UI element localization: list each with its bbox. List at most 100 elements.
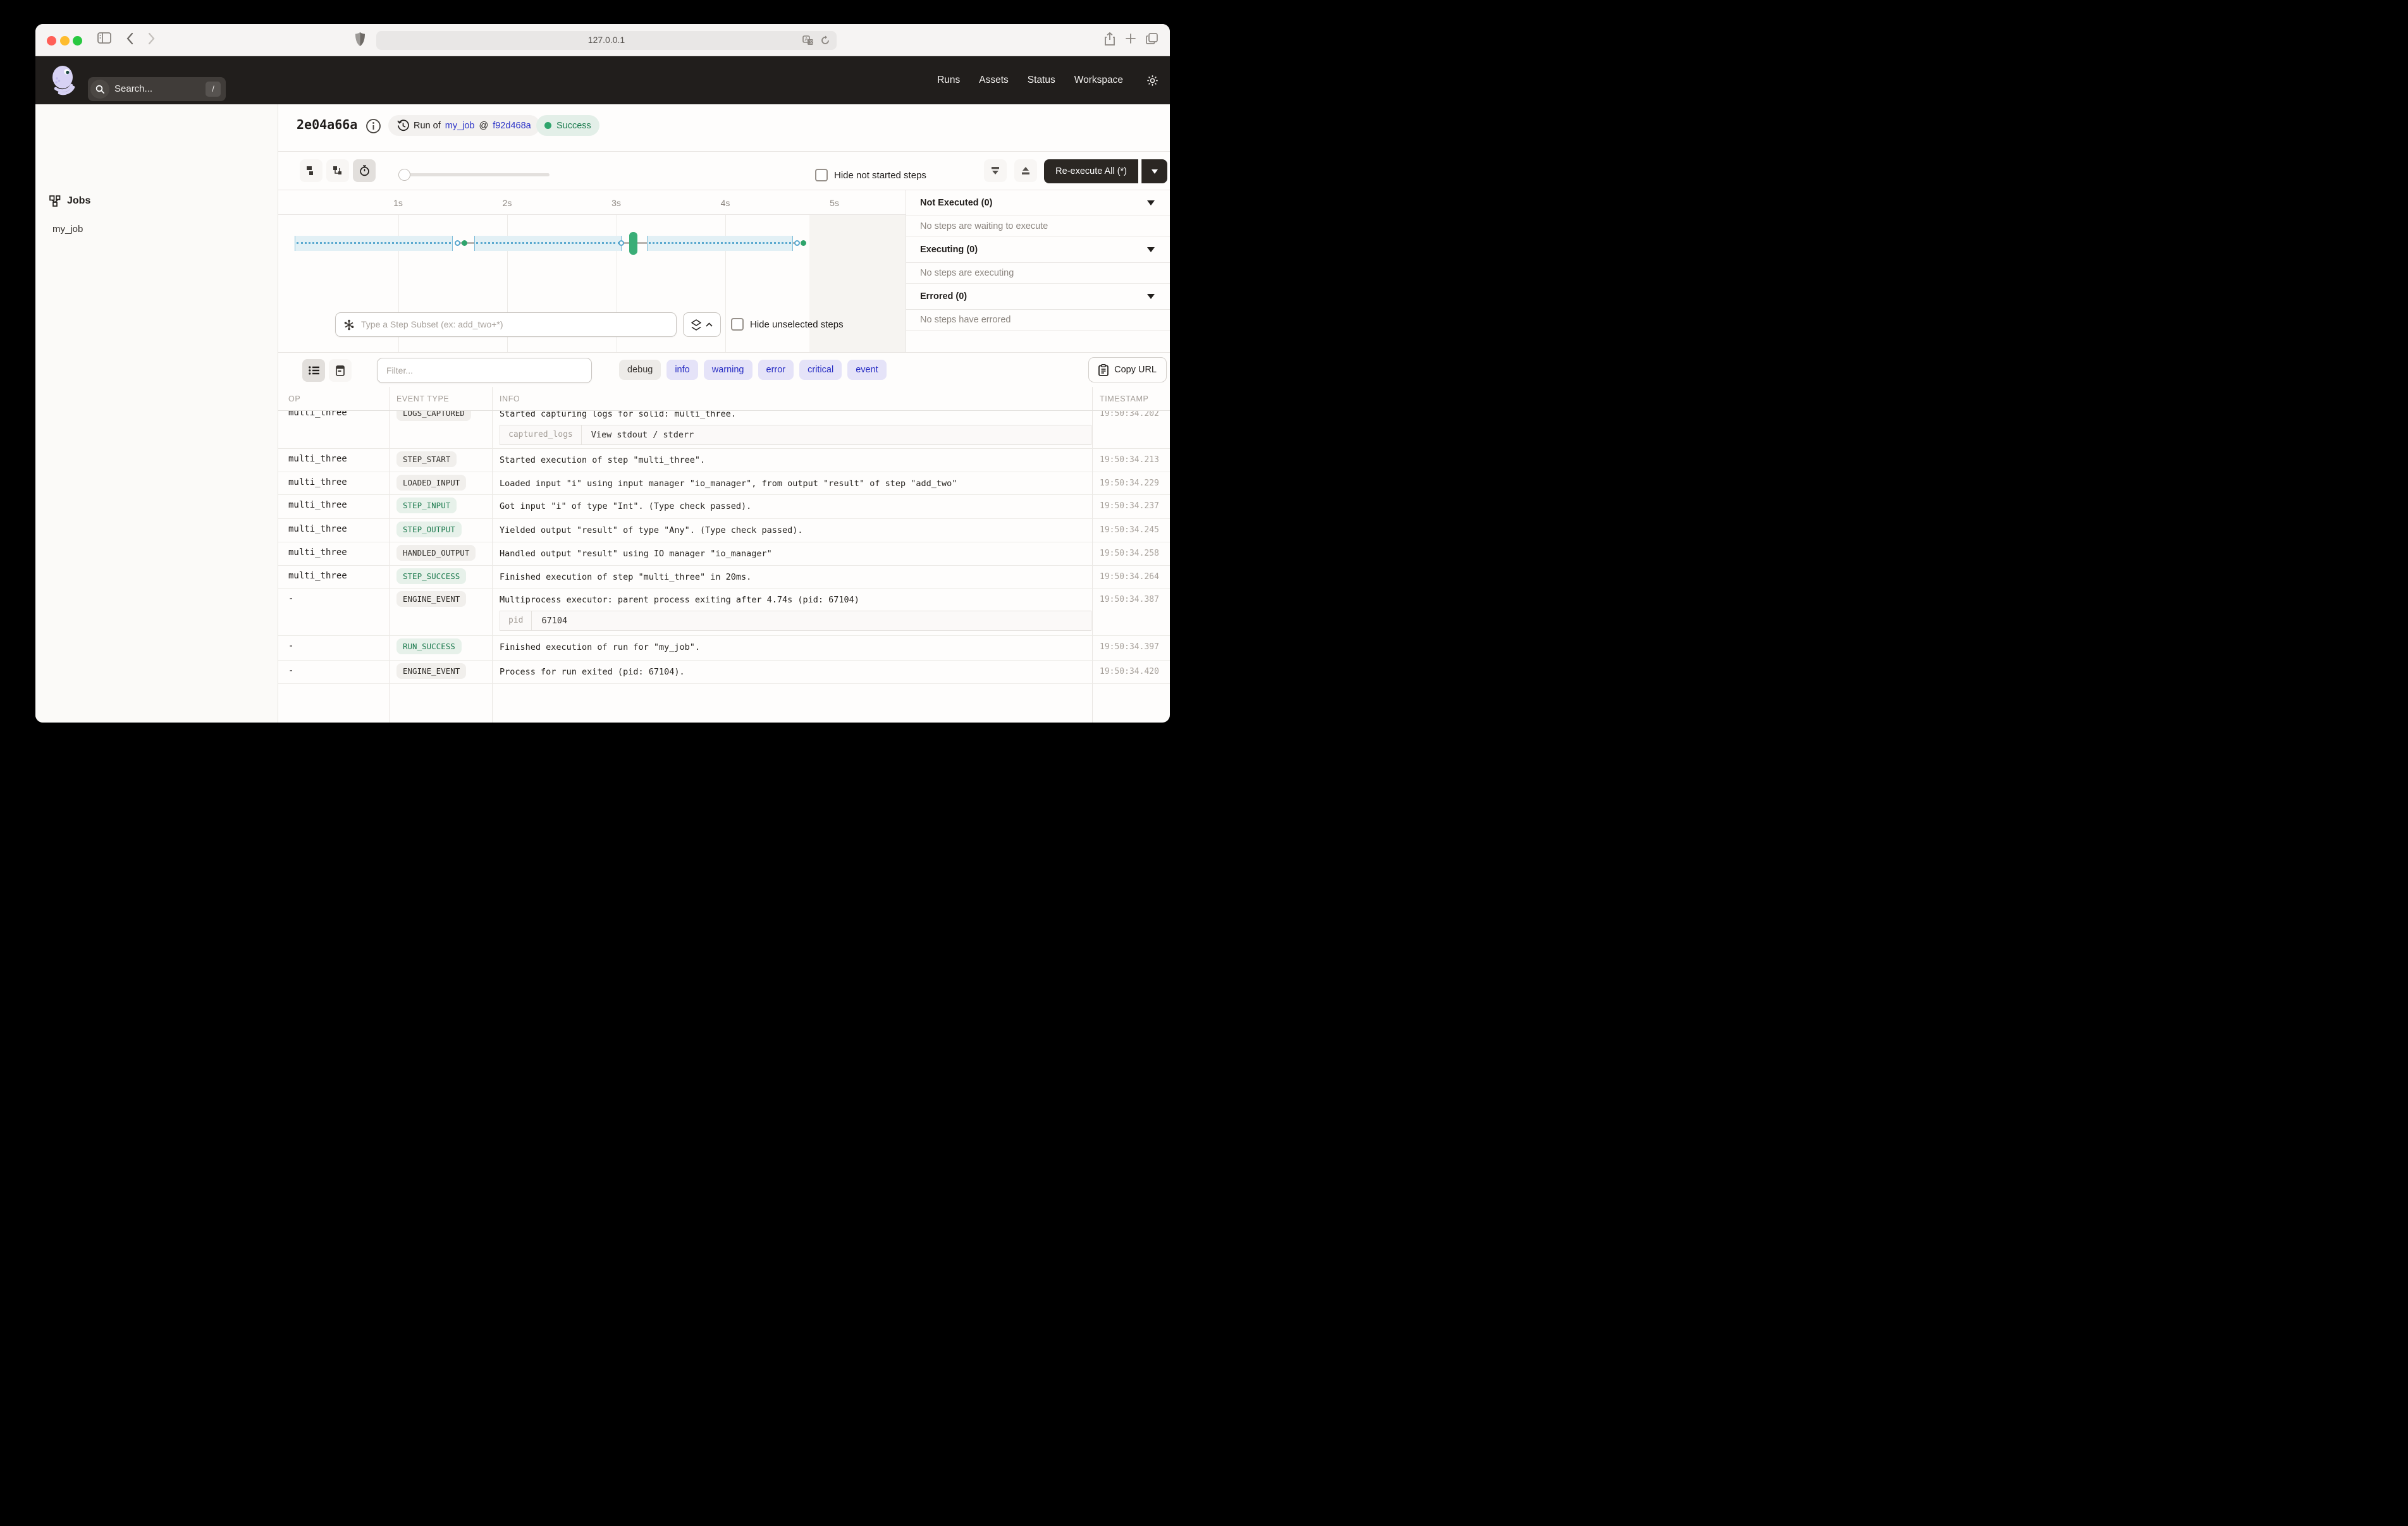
- copy-url-button[interactable]: Copy URL: [1088, 357, 1167, 382]
- log-list-view-button[interactable]: [302, 359, 325, 382]
- log-row[interactable]: -ENGINE_EVENTMultiprocess executor: pare…: [278, 589, 1170, 636]
- gantt-tick-label: 4s: [721, 198, 730, 208]
- log-row[interactable]: -ENGINE_EVENTProcess for run exited (pid…: [278, 661, 1170, 684]
- log-row[interactable]: multi_threeSTEP_OUTPUTYielded output "re…: [278, 519, 1170, 542]
- address-bar[interactable]: 127.0.0.1 A文: [376, 31, 837, 50]
- zoom-slider-thumb[interactable]: [398, 169, 410, 181]
- global-search-input[interactable]: Search... /: [88, 77, 226, 101]
- new-tab-icon[interactable]: [1124, 32, 1137, 45]
- translate-icon[interactable]: A文: [802, 35, 814, 46]
- gantt-toolbar: Hide not started steps Re-execute All (*…: [278, 152, 1170, 190]
- tab-overview-icon[interactable]: [1146, 32, 1158, 45]
- log-op: multi_three: [278, 411, 389, 448]
- level-filter-info[interactable]: info: [666, 360, 697, 380]
- gantt-tick-label: 1s: [393, 198, 403, 208]
- log-row[interactable]: multi_threeLOADED_INPUTLoaded input "i" …: [278, 472, 1170, 495]
- gantt-tick-label: 2s: [503, 198, 512, 208]
- reexecute-all-button[interactable]: Re-execute All (*): [1044, 159, 1138, 183]
- nav-item-runs[interactable]: Runs: [937, 75, 960, 86]
- expand-all-button[interactable]: [1014, 159, 1037, 182]
- gantt-step-band[interactable]: [647, 236, 793, 251]
- event-type-pill: ENGINE_EVENT: [396, 663, 466, 679]
- gantt-dotted-line: [476, 242, 620, 244]
- log-op: multi_three: [278, 566, 389, 588]
- log-row[interactable]: multi_threeLOGS_CAPTUREDStarted capturin…: [278, 411, 1170, 449]
- privacy-shield-icon[interactable]: [355, 32, 366, 47]
- log-info-text: Handled output "result" using IO manager…: [500, 549, 1092, 559]
- log-detail-value[interactable]: 67104: [532, 611, 577, 630]
- graph-query-toggle-button[interactable]: [683, 312, 721, 337]
- panel-section-header[interactable]: Executing (0): [906, 237, 1170, 263]
- nav-item-workspace[interactable]: Workspace: [1074, 75, 1123, 86]
- log-row[interactable]: -RUN_SUCCESS Finished execution of run fo…: [278, 636, 1170, 661]
- view-timing-button[interactable]: [353, 159, 376, 182]
- log-timestamp: 19:50:34.397: [1092, 636, 1170, 660]
- zoom-window-button[interactable]: [73, 36, 82, 46]
- gantt-tick-label: 3s: [611, 198, 621, 208]
- share-icon[interactable]: [1104, 32, 1115, 46]
- log-structured-view-button[interactable]: [329, 359, 352, 382]
- run-header: 2e04a66a Run of my_job @ f92d468a Succes…: [278, 104, 1170, 152]
- gear-icon[interactable]: [1146, 75, 1158, 87]
- log-event-type: LOGS_CAPTURED: [389, 411, 492, 448]
- collapse-all-button[interactable]: [984, 159, 1007, 182]
- hide-not-started-checkbox[interactable]: [815, 169, 828, 181]
- snapshot-link[interactable]: f92d468a: [493, 121, 531, 131]
- log-detail-value[interactable]: View stdout / stderr: [582, 425, 704, 444]
- log-filter-input[interactable]: Filter...: [377, 358, 592, 383]
- log-filter-placeholder: Filter...: [386, 365, 413, 375]
- dagster-logo-icon[interactable]: [49, 64, 78, 96]
- gantt-exec-bar[interactable]: [629, 232, 637, 255]
- level-filter-event[interactable]: event: [847, 360, 886, 380]
- level-filter-error[interactable]: error: [758, 360, 794, 380]
- forward-icon[interactable]: [148, 32, 156, 45]
- log-info: Loaded input "i" using input manager "io…: [492, 472, 1092, 494]
- reload-icon[interactable]: [820, 35, 830, 46]
- back-icon[interactable]: [126, 32, 133, 45]
- log-event-type: STEP_START: [389, 449, 492, 472]
- log-timestamp: 19:50:34.202: [1092, 411, 1170, 448]
- level-filter-debug[interactable]: debug: [619, 360, 661, 380]
- hide-unselected-checkbox[interactable]: [731, 318, 744, 331]
- close-window-button[interactable]: [47, 36, 56, 46]
- chevron-up-icon: [706, 322, 713, 327]
- gantt-dotted-line: [649, 242, 791, 244]
- zoom-slider[interactable]: [398, 173, 550, 176]
- browser-chrome: 127.0.0.1 A文: [35, 24, 1170, 56]
- reexecute-dropdown-button[interactable]: [1141, 159, 1167, 183]
- log-row[interactable]: multi_threeSTEP_STARTStarted execution o…: [278, 449, 1170, 472]
- level-filter-critical[interactable]: critical: [799, 360, 842, 380]
- log-info: Finished execution of run for "my_job".: [492, 636, 1092, 660]
- log-info: Handled output "result" using IO manager…: [492, 542, 1092, 565]
- level-filter-warning[interactable]: warning: [704, 360, 752, 380]
- step-subset-input[interactable]: Type a Step Subset (ex: add_two+*): [335, 312, 677, 337]
- log-row[interactable]: multi_threeSTEP_SUCCESSFinished executio…: [278, 566, 1170, 589]
- panel-section-header[interactable]: Errored (0): [906, 284, 1170, 310]
- minimize-window-button[interactable]: [60, 36, 70, 46]
- chevron-down-icon: [1147, 200, 1155, 205]
- log-event-type: RUN_SUCCESS: [389, 636, 492, 660]
- gantt-step-band[interactable]: [295, 236, 453, 251]
- log-info-text: Multiprocess executor: parent process ex…: [500, 595, 1092, 605]
- log-detail-key: pid: [500, 611, 532, 630]
- log-row[interactable]: multi_threeHANDLED_OUTPUTHandled output …: [278, 542, 1170, 566]
- gantt-step-band[interactable]: [474, 236, 622, 251]
- job-link[interactable]: my_job: [445, 121, 475, 131]
- event-type-pill: RUN_SUCCESS: [396, 638, 462, 654]
- nav-item-assets[interactable]: Assets: [979, 75, 1009, 86]
- log-event-type: ENGINE_EVENT: [389, 661, 492, 683]
- panel-section-title: Errored (0): [920, 291, 967, 302]
- event-type-pill: STEP_START: [396, 451, 457, 467]
- nav-item-status[interactable]: Status: [1028, 75, 1055, 86]
- jobs-icon: [49, 195, 61, 207]
- sidebar-toggle-icon[interactable]: [97, 32, 111, 44]
- sidebar-item-my-job[interactable]: my_job: [52, 224, 83, 235]
- log-table-body: multi_threeLOGS_CAPTUREDStarted capturin…: [278, 411, 1170, 684]
- log-op: -: [278, 636, 389, 660]
- panel-section-header[interactable]: Not Executed (0): [906, 190, 1170, 216]
- copy-url-label: Copy URL: [1114, 365, 1157, 375]
- log-row[interactable]: multi_threeSTEP_INPUTGot input "i" of ty…: [278, 495, 1170, 519]
- view-flat-button[interactable]: [300, 159, 322, 182]
- view-waterfall-button[interactable]: [326, 159, 349, 182]
- info-icon[interactable]: [366, 118, 381, 134]
